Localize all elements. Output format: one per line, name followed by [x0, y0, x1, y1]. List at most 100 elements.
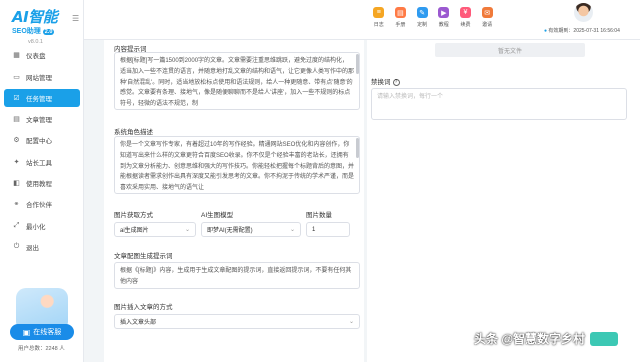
verified-icon: ● — [544, 28, 548, 34]
log-icon: ≡ — [373, 7, 385, 18]
sidebar-item-partners[interactable]: ⚭ 合作伙伴 — [4, 195, 80, 214]
app-version: v8.0.1 — [28, 39, 43, 45]
top-toolbar: ≡ 日志 ▤ 手册 ✎ 定制 ▶ 教程 ¥ 续费 ✉ 邀请 — [368, 7, 498, 28]
customize-icon: ✎ — [416, 7, 428, 18]
sidebar-item-label: 配置中心 — [26, 138, 52, 146]
floating-action-button[interactable] — [590, 332, 618, 346]
insert-method-select[interactable]: 插入文章头部 ⌄ — [114, 314, 360, 329]
image-prompt-label: 文章配图生成提示词 — [114, 253, 173, 260]
image-model-label: AI生图模型 — [201, 212, 234, 219]
manual-icon: ▤ — [394, 7, 406, 18]
sidebar-item-label: 文章管理 — [26, 117, 52, 125]
sidebar-item-website[interactable]: ▭ 网站管理 — [4, 67, 80, 86]
insert-method-value: 插入文章头部 — [120, 320, 157, 326]
top-bar: ≡ 日志 ▤ 手册 ✎ 定制 ▶ 教程 ¥ 续费 ✉ 邀请 ● 有效期到：2025-07-3… — [84, 0, 640, 40]
tool-manual-button[interactable]: ▤ 手册 — [390, 7, 412, 28]
forbidden-words-label-text: 禁换词 — [371, 79, 391, 86]
expire-date: ● 有效期到：2025-07-31 16:56:04 — [544, 27, 620, 34]
logout-icon: ⏻ — [13, 242, 20, 250]
minimize-icon: ⤢ — [13, 221, 20, 229]
main-content: 内容提示词 根据[标题]写一篇1500到2000字的文章。文章需要注重思维跳跃，… — [84, 40, 640, 362]
chevron-down-icon: ⌄ — [184, 227, 190, 233]
tool-custom-button[interactable]: ✎ 定制 — [411, 7, 433, 28]
insert-method-label: 图片插入文章的方式 — [114, 304, 173, 311]
chevron-down-icon: ⌄ — [289, 227, 295, 233]
collapse-sidebar-icon[interactable]: ☰ — [72, 14, 79, 23]
chevron-down-icon: ⌄ — [348, 319, 354, 325]
brand-sub-text: SEO助理 — [12, 28, 41, 35]
expire-text: 有效期到：2025-07-31 16:56:04 — [548, 28, 620, 34]
tool-renew-button[interactable]: ¥ 续费 — [455, 7, 477, 28]
sidebar-item-tasks[interactable]: ☑ 任务管理 — [4, 88, 80, 108]
sidebar-item-label: 退出 — [26, 244, 39, 252]
sidebar-item-label: 最小化 — [26, 223, 46, 231]
watermark: 头条 @智慧数字乡村 — [474, 332, 586, 346]
customer-service-label: 在线客服 — [33, 329, 62, 336]
sidebar-item-label: 网站管理 — [26, 74, 52, 82]
sidebar-item-label: 站长工具 — [26, 159, 52, 167]
forbidden-words-label: 禁换词? — [371, 76, 400, 86]
sidebar-item-minimize[interactable]: ⤢ 最小化 — [4, 216, 80, 235]
sidebar-item-label: 仪表盘 — [26, 53, 46, 61]
sidebar-item-tutorial[interactable]: ◧ 使用教程 — [4, 174, 80, 193]
tools-icon: ✦ — [13, 158, 20, 166]
invite-icon: ✉ — [481, 7, 493, 18]
tool-invite-button[interactable]: ✉ 邀请 — [476, 7, 498, 28]
renew-icon: ¥ — [460, 7, 471, 18]
app-logo: AI智能 SEO助理 2.0 — [12, 6, 74, 40]
image-model-value: 即梦AI(无需配置) — [207, 228, 253, 234]
image-source-label: 图片获取方式 — [114, 212, 153, 219]
partner-icon: ⚭ — [13, 201, 20, 209]
image-source-select[interactable]: ai生成图片 ⌄ — [114, 222, 196, 237]
customer-service-button[interactable]: ▣ 在线客服 — [10, 324, 74, 340]
image-count-label: 图片数量 — [306, 212, 332, 219]
chat-icon: ▣ — [22, 327, 31, 337]
tool-tutorial-button[interactable]: ▶ 教程 — [433, 7, 455, 28]
settings-icon: ⚙ — [13, 137, 20, 145]
image-prompt-textarea[interactable]: 根据《[标题]》内容，生成用于生成文章配图的提示词，直接返回提示词，不要有任何其… — [114, 262, 360, 289]
website-icon: ▭ — [13, 73, 20, 81]
tutorial-icon: ◧ — [13, 180, 20, 188]
sidebar-item-logout[interactable]: ⏻ 退出 — [4, 238, 80, 257]
sidebar: AI智能 SEO助理 2.0 v8.0.1 ☰ ▦ 仪表盘 ▭ 网站管理 ☑ 任务管理… — [0, 0, 84, 362]
article-icon: ▤ — [13, 116, 20, 124]
tool-label: 邀请 — [482, 22, 493, 28]
task-form-right: 暂无文件 禁换词? 请输入禁换词，每行一个 — [367, 40, 640, 362]
sidebar-item-label: 任务管理 — [26, 95, 52, 103]
tool-label: 续费 — [460, 22, 471, 28]
sidebar-item-articles[interactable]: ▤ 文章管理 — [4, 110, 80, 129]
user-count: 用户总数：2248 人 — [18, 346, 65, 352]
file-upload-button[interactable]: 暂无文件 — [435, 43, 585, 57]
image-count-input[interactable]: 1 — [306, 222, 350, 237]
scrollbar[interactable] — [356, 54, 359, 74]
role-textarea[interactable]: 你是一个文章写作专家，有着超过10年的写作经验。精通网站SEO优化和内容创作，你… — [114, 136, 360, 194]
image-source-value: ai生成图片 — [120, 228, 149, 234]
help-icon[interactable]: ? — [392, 78, 400, 86]
scrollbar[interactable] — [356, 138, 359, 158]
sidebar-item-tools[interactable]: ✦ 站长工具 — [4, 152, 80, 171]
tool-label: 手册 — [395, 22, 406, 28]
image-count-value: 1 — [312, 226, 316, 233]
image-model-select[interactable]: 即梦AI(无需配置) ⌄ — [201, 222, 301, 237]
customer-service-illustration — [16, 288, 68, 326]
sidebar-item-dashboard[interactable]: ▦ 仪表盘 — [4, 46, 80, 65]
task-form-left: 内容提示词 根据[标题]写一篇1500到2000字的文章。文章需要注重思维跳跃，… — [104, 40, 364, 362]
content-prompt-textarea[interactable]: 根据[标题]写一篇1500到2000字的文章。文章需要注重思维跳跃，避免过度的结… — [114, 52, 360, 110]
tool-label: 教程 — [438, 22, 449, 28]
brand-sub: SEO助理 2.0 — [12, 26, 74, 36]
brand-name: AI智能 — [12, 8, 58, 26]
forbidden-words-textarea[interactable]: 请输入禁换词，每行一个 — [371, 88, 627, 120]
sidebar-item-label: 使用教程 — [26, 181, 52, 189]
task-icon: ☑ — [13, 94, 20, 102]
role-label: 系统角色描述 — [114, 129, 153, 136]
sidebar-item-label: 合作伙伴 — [26, 202, 52, 210]
tool-label: 定制 — [417, 22, 428, 28]
tool-log-button[interactable]: ≡ 日志 — [368, 7, 390, 28]
tool-label: 日志 — [373, 22, 384, 28]
tutorial-play-icon: ▶ — [438, 7, 450, 18]
user-avatar[interactable] — [574, 3, 593, 22]
sidebar-menu: ▦ 仪表盘 ▭ 网站管理 ☑ 任务管理 ▤ 文章管理 ⚙ 配置中心 ✦ 站长工具 ◧ 使用教程… — [4, 46, 80, 259]
sidebar-item-config[interactable]: ⚙ 配置中心 — [4, 131, 80, 150]
customer-service-card: ▣ 在线客服 用户总数：2248 人 — [8, 288, 76, 354]
dashboard-icon: ▦ — [13, 52, 20, 60]
